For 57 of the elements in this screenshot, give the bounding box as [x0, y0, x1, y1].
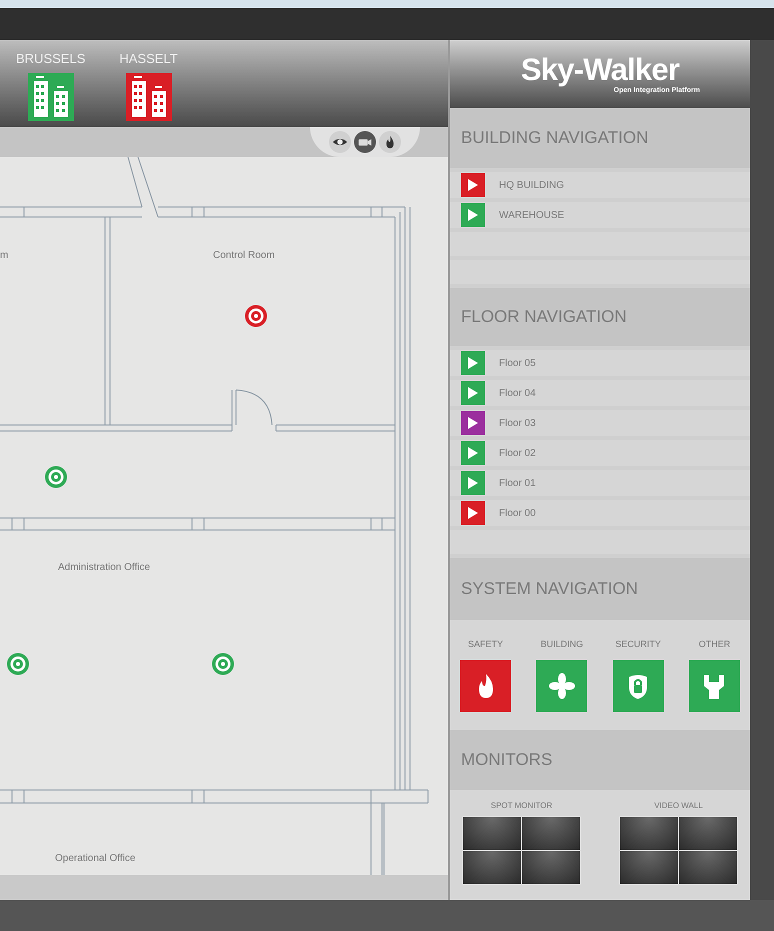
play-icon [468, 357, 478, 369]
city-buildings-button[interactable] [126, 73, 172, 121]
city-buildings-button[interactable] [28, 73, 74, 121]
monitor-screen[interactable] [522, 851, 580, 884]
buildings-icon [32, 75, 70, 117]
play-icon [468, 417, 478, 429]
play-icon [468, 387, 478, 399]
sensor-marker-icon[interactable] [5, 651, 31, 677]
system-label: OTHER [698, 640, 730, 649]
sensor-marker-icon[interactable] [43, 464, 69, 490]
play-icon [468, 507, 478, 519]
buildings-icon [130, 75, 168, 117]
room-label: Control Room [213, 251, 275, 261]
monitor-group-label: VIDEO WALL [654, 802, 703, 810]
section-title: FLOOR NAVIGATION [450, 288, 750, 346]
system-button[interactable] [612, 660, 664, 712]
system-button[interactable] [536, 660, 588, 712]
sensor-marker-icon[interactable] [210, 651, 236, 677]
sensor-marker-icon[interactable] [243, 303, 269, 329]
monitor-screen[interactable] [620, 817, 678, 850]
logo-title: Sky-Walker [520, 54, 680, 85]
play-icon [468, 179, 478, 191]
nav-item[interactable]: Floor 04 [450, 380, 750, 406]
play-icon [468, 209, 478, 221]
monitor-screen[interactable] [522, 817, 580, 850]
nav-item[interactable]: Floor 05 [450, 350, 750, 376]
monitor-group-label: SPOT MONITOR [490, 802, 552, 810]
system-button[interactable] [460, 660, 511, 712]
nav-item[interactable]: Floor 01 [450, 470, 750, 496]
nav-item[interactable]: Floor 02 [450, 440, 750, 466]
city-label: BRUSSELS [16, 52, 86, 65]
room-label: m [0, 251, 8, 261]
system-label: SAFETY [468, 640, 503, 649]
room-label: Administration Office [58, 563, 150, 573]
nav-item[interactable]: HQ BUILDING [450, 172, 750, 198]
view-toggle-button[interactable] [354, 131, 376, 153]
play-icon [468, 477, 478, 489]
view-toggle-button[interactable] [329, 131, 351, 153]
system-label: SECURITY [615, 640, 661, 649]
room-label: Operational Office [55, 854, 136, 864]
nav-item[interactable]: WAREHOUSE [450, 202, 750, 228]
system-button[interactable] [688, 660, 740, 712]
view-toggle-button[interactable] [379, 131, 401, 153]
section-title: BUILDING NAVIGATION [450, 108, 750, 168]
nav-item[interactable]: Floor 03 [450, 410, 750, 436]
monitor-screen[interactable] [679, 851, 737, 884]
play-icon [468, 447, 478, 459]
city-label: HASSELT [119, 52, 178, 65]
monitor-screen[interactable] [463, 851, 521, 884]
monitor-screen[interactable] [620, 851, 678, 884]
nav-item[interactable]: Floor 00 [450, 500, 750, 526]
monitor-screen[interactable] [463, 817, 521, 850]
section-title: MONITORS [450, 730, 750, 790]
fan-icon [546, 671, 577, 701]
section-title: SYSTEM NAVIGATION [450, 558, 750, 620]
system-label: BUILDING [540, 640, 584, 649]
monitor-screen[interactable] [679, 817, 737, 850]
